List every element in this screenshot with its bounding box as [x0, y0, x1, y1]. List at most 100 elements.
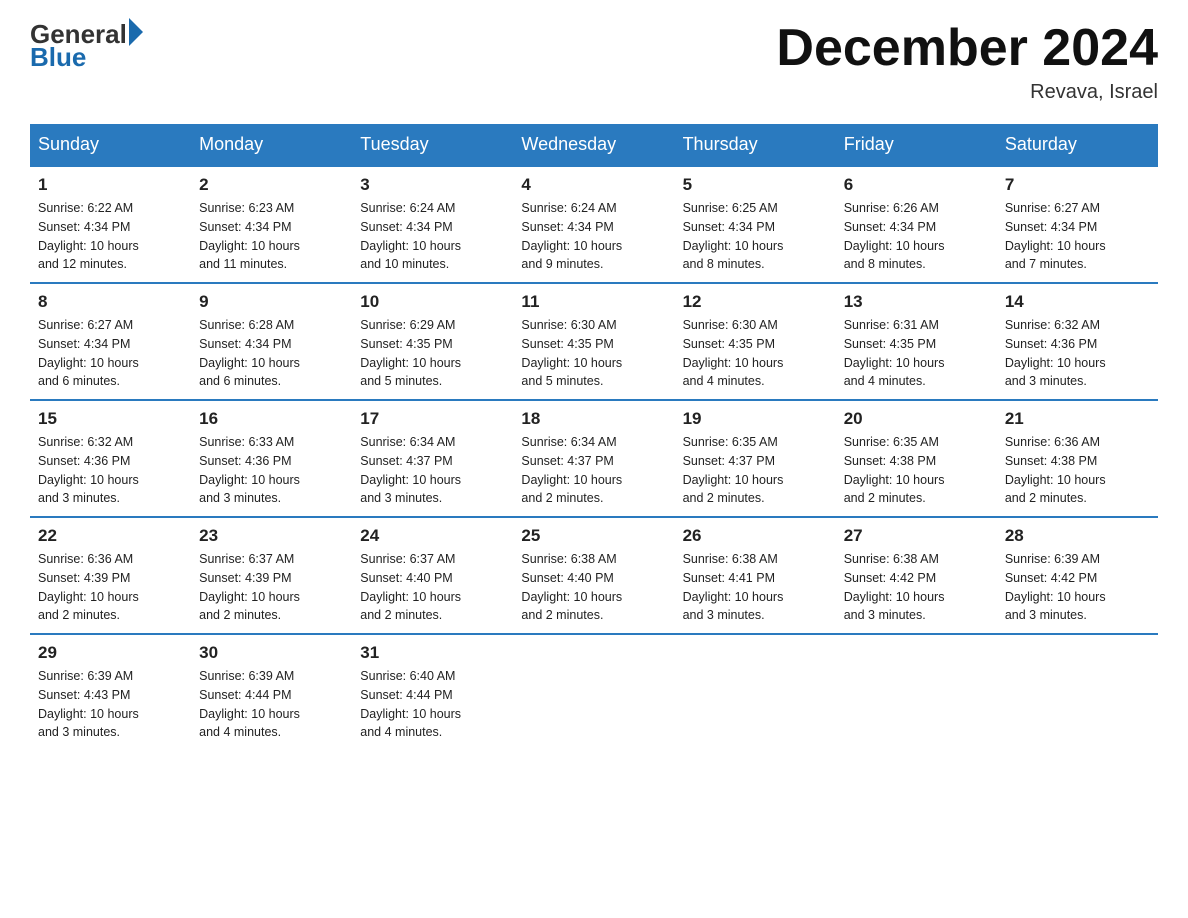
title-block: December 2024 Revava, Israel: [776, 20, 1158, 104]
day-info: Sunrise: 6:38 AM Sunset: 4:40 PM Dayligh…: [521, 550, 666, 625]
day-info: Sunrise: 6:30 AM Sunset: 4:35 PM Dayligh…: [521, 316, 666, 391]
day-number: 30: [199, 643, 344, 663]
calendar-day-cell: 8 Sunrise: 6:27 AM Sunset: 4:34 PM Daylig…: [30, 283, 191, 400]
calendar-day-cell: 5 Sunrise: 6:25 AM Sunset: 4:34 PM Daylig…: [675, 166, 836, 283]
day-info: Sunrise: 6:38 AM Sunset: 4:42 PM Dayligh…: [844, 550, 989, 625]
calendar-day-cell: 2 Sunrise: 6:23 AM Sunset: 4:34 PM Daylig…: [191, 166, 352, 283]
day-info: Sunrise: 6:39 AM Sunset: 4:42 PM Dayligh…: [1005, 550, 1150, 625]
day-info: Sunrise: 6:35 AM Sunset: 4:37 PM Dayligh…: [683, 433, 828, 508]
weekday-header: Thursday: [675, 124, 836, 166]
day-info: Sunrise: 6:24 AM Sunset: 4:34 PM Dayligh…: [521, 199, 666, 274]
calendar-day-cell: 27 Sunrise: 6:38 AM Sunset: 4:42 PM Dayli…: [836, 517, 997, 634]
calendar-day-cell: 15 Sunrise: 6:32 AM Sunset: 4:36 PM Dayli…: [30, 400, 191, 517]
day-number: 7: [1005, 175, 1150, 195]
day-info: Sunrise: 6:26 AM Sunset: 4:34 PM Dayligh…: [844, 199, 989, 274]
calendar-day-cell: 28 Sunrise: 6:39 AM Sunset: 4:42 PM Dayli…: [997, 517, 1158, 634]
day-number: 28: [1005, 526, 1150, 546]
day-number: 26: [683, 526, 828, 546]
day-info: Sunrise: 6:37 AM Sunset: 4:39 PM Dayligh…: [199, 550, 344, 625]
day-number: 9: [199, 292, 344, 312]
calendar-day-cell: 9 Sunrise: 6:28 AM Sunset: 4:34 PM Daylig…: [191, 283, 352, 400]
calendar-day-cell: 29Sunrise: 6:39 AM Sunset: 4:43 PM Dayli…: [30, 634, 191, 750]
day-number: 6: [844, 175, 989, 195]
calendar-day-cell: 18 Sunrise: 6:34 AM Sunset: 4:37 PM Dayli…: [513, 400, 674, 517]
day-info: Sunrise: 6:27 AM Sunset: 4:34 PM Dayligh…: [1005, 199, 1150, 274]
calendar-week-row: 15 Sunrise: 6:32 AM Sunset: 4:36 PM Dayli…: [30, 400, 1158, 517]
day-number: 5: [683, 175, 828, 195]
day-info: Sunrise: 6:34 AM Sunset: 4:37 PM Dayligh…: [360, 433, 505, 508]
calendar-day-cell: [836, 634, 997, 750]
weekday-header: Friday: [836, 124, 997, 166]
day-number: 17: [360, 409, 505, 429]
calendar-week-row: 8 Sunrise: 6:27 AM Sunset: 4:34 PM Daylig…: [30, 283, 1158, 400]
day-number: 11: [521, 292, 666, 312]
day-number: 20: [844, 409, 989, 429]
day-number: 16: [199, 409, 344, 429]
calendar-day-cell: 30Sunrise: 6:39 AM Sunset: 4:44 PM Dayli…: [191, 634, 352, 750]
day-info: Sunrise: 6:34 AM Sunset: 4:37 PM Dayligh…: [521, 433, 666, 508]
day-info: Sunrise: 6:38 AM Sunset: 4:41 PM Dayligh…: [683, 550, 828, 625]
day-number: 27: [844, 526, 989, 546]
calendar-day-cell: 26 Sunrise: 6:38 AM Sunset: 4:41 PM Dayli…: [675, 517, 836, 634]
calendar-day-cell: 16 Sunrise: 6:33 AM Sunset: 4:36 PM Dayli…: [191, 400, 352, 517]
month-title: December 2024: [776, 20, 1158, 77]
calendar-day-cell: 13 Sunrise: 6:31 AM Sunset: 4:35 PM Dayli…: [836, 283, 997, 400]
calendar-day-cell: 14Sunrise: 6:32 AM Sunset: 4:36 PM Dayli…: [997, 283, 1158, 400]
calendar-day-cell: 7 Sunrise: 6:27 AM Sunset: 4:34 PM Daylig…: [997, 166, 1158, 283]
calendar-day-cell: 12 Sunrise: 6:30 AM Sunset: 4:35 PM Dayli…: [675, 283, 836, 400]
calendar-week-row: 1Sunrise: 6:22 AM Sunset: 4:34 PM Daylig…: [30, 166, 1158, 283]
calendar-table: SundayMondayTuesdayWednesdayThursdayFrid…: [30, 124, 1158, 750]
calendar-day-cell: 20 Sunrise: 6:35 AM Sunset: 4:38 PM Dayli…: [836, 400, 997, 517]
logo-blue: Blue: [30, 44, 143, 70]
day-info: Sunrise: 6:23 AM Sunset: 4:34 PM Dayligh…: [199, 199, 344, 274]
calendar-day-cell: 6 Sunrise: 6:26 AM Sunset: 4:34 PM Daylig…: [836, 166, 997, 283]
day-info: Sunrise: 6:35 AM Sunset: 4:38 PM Dayligh…: [844, 433, 989, 508]
calendar-day-cell: 21 Sunrise: 6:36 AM Sunset: 4:38 PM Dayli…: [997, 400, 1158, 517]
logo: General Blue: [30, 20, 143, 70]
day-number: 18: [521, 409, 666, 429]
day-info: Sunrise: 6:32 AM Sunset: 4:36 PM Dayligh…: [38, 433, 183, 508]
location: Revava, Israel: [776, 81, 1158, 104]
day-info: Sunrise: 6:28 AM Sunset: 4:34 PM Dayligh…: [199, 316, 344, 391]
day-number: 10: [360, 292, 505, 312]
calendar-day-cell: [675, 634, 836, 750]
day-number: 2: [199, 175, 344, 195]
day-info: Sunrise: 6:31 AM Sunset: 4:35 PM Dayligh…: [844, 316, 989, 391]
weekday-header: Wednesday: [513, 124, 674, 166]
calendar-day-cell: 17 Sunrise: 6:34 AM Sunset: 4:37 PM Dayli…: [352, 400, 513, 517]
day-number: 1: [38, 175, 183, 195]
weekday-header: Sunday: [30, 124, 191, 166]
calendar-day-cell: 11 Sunrise: 6:30 AM Sunset: 4:35 PM Dayli…: [513, 283, 674, 400]
calendar-day-cell: 3Sunrise: 6:24 AM Sunset: 4:34 PM Daylig…: [352, 166, 513, 283]
day-number: 8: [38, 292, 183, 312]
day-info: Sunrise: 6:36 AM Sunset: 4:38 PM Dayligh…: [1005, 433, 1150, 508]
calendar-day-cell: [997, 634, 1158, 750]
day-info: Sunrise: 6:32 AM Sunset: 4:36 PM Dayligh…: [1005, 316, 1150, 391]
day-number: 12: [683, 292, 828, 312]
day-info: Sunrise: 6:30 AM Sunset: 4:35 PM Dayligh…: [683, 316, 828, 391]
calendar-day-cell: [513, 634, 674, 750]
day-number: 22: [38, 526, 183, 546]
day-number: 15: [38, 409, 183, 429]
day-info: Sunrise: 6:29 AM Sunset: 4:35 PM Dayligh…: [360, 316, 505, 391]
calendar-day-cell: 31Sunrise: 6:40 AM Sunset: 4:44 PM Dayli…: [352, 634, 513, 750]
day-info: Sunrise: 6:25 AM Sunset: 4:34 PM Dayligh…: [683, 199, 828, 274]
day-number: 23: [199, 526, 344, 546]
day-info: Sunrise: 6:27 AM Sunset: 4:34 PM Dayligh…: [38, 316, 183, 391]
weekday-header: Tuesday: [352, 124, 513, 166]
logo-arrow-icon: [129, 18, 143, 46]
calendar-day-cell: 19Sunrise: 6:35 AM Sunset: 4:37 PM Dayli…: [675, 400, 836, 517]
calendar-day-cell: 4 Sunrise: 6:24 AM Sunset: 4:34 PM Daylig…: [513, 166, 674, 283]
calendar-day-cell: 23 Sunrise: 6:37 AM Sunset: 4:39 PM Dayli…: [191, 517, 352, 634]
day-number: 21: [1005, 409, 1150, 429]
day-info: Sunrise: 6:39 AM Sunset: 4:43 PM Dayligh…: [38, 667, 183, 742]
day-number: 13: [844, 292, 989, 312]
day-number: 4: [521, 175, 666, 195]
calendar-day-cell: 25Sunrise: 6:38 AM Sunset: 4:40 PM Dayli…: [513, 517, 674, 634]
weekday-header: Saturday: [997, 124, 1158, 166]
day-info: Sunrise: 6:33 AM Sunset: 4:36 PM Dayligh…: [199, 433, 344, 508]
calendar-week-row: 29Sunrise: 6:39 AM Sunset: 4:43 PM Dayli…: [30, 634, 1158, 750]
day-info: Sunrise: 6:36 AM Sunset: 4:39 PM Dayligh…: [38, 550, 183, 625]
day-info: Sunrise: 6:40 AM Sunset: 4:44 PM Dayligh…: [360, 667, 505, 742]
calendar-header-row: SundayMondayTuesdayWednesdayThursdayFrid…: [30, 124, 1158, 166]
